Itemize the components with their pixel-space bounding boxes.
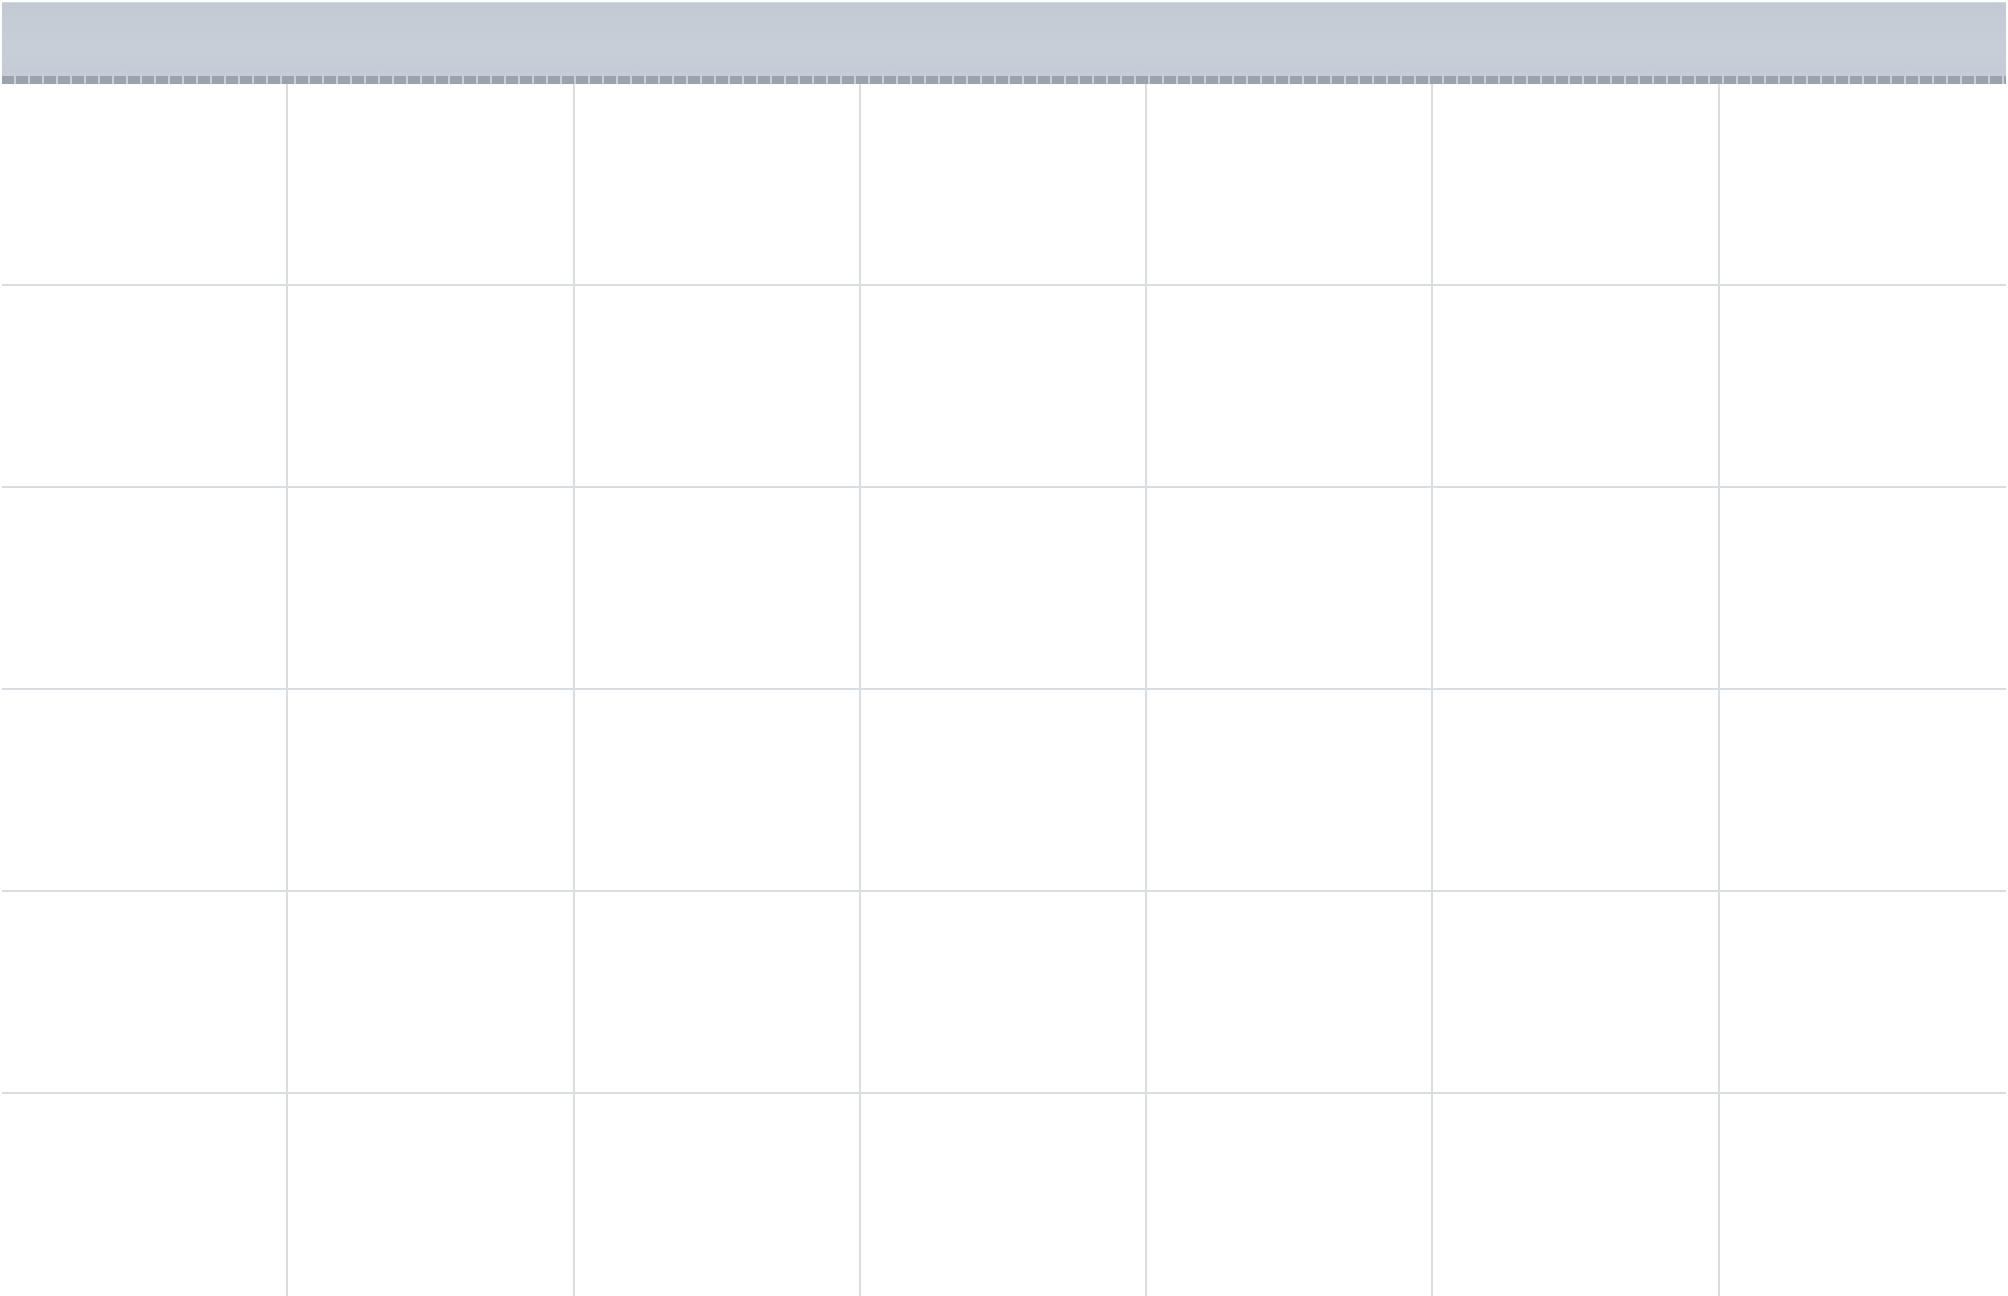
calendar-day-cell[interactable] (1719, 488, 2006, 690)
calendar-header-ruler (2, 76, 2006, 84)
calendar-day-cell[interactable] (288, 1094, 575, 1296)
calendar-day-cell[interactable] (860, 1094, 1148, 1296)
calendar-day-cell[interactable] (2, 84, 289, 286)
calendar-day-cell[interactable] (2, 488, 289, 690)
calendar-day-cell[interactable] (1147, 1094, 1434, 1296)
calendar-day-cell[interactable] (574, 488, 861, 690)
calendar-day-cell[interactable] (860, 286, 1148, 488)
calendar-day-cell[interactable] (1719, 690, 2006, 892)
calendar-day-cell[interactable] (574, 1094, 861, 1296)
calendar-day-cell[interactable] (860, 488, 1148, 690)
calendar-day-cell[interactable] (1147, 488, 1434, 690)
calendar-day-cell[interactable] (860, 892, 1148, 1094)
calendar-day-cell[interactable] (288, 84, 575, 286)
calendar-day-cell[interactable] (2, 1094, 289, 1296)
calendar-day-cell[interactable] (1147, 84, 1434, 286)
calendar-day-cell[interactable] (860, 84, 1148, 286)
calendar-day-cell[interactable] (574, 84, 861, 286)
calendar-day-cell[interactable] (860, 690, 1148, 892)
calendar-day-cell[interactable] (1719, 84, 2006, 286)
calendar-day-cell[interactable] (574, 286, 861, 488)
calendar-day-cell[interactable] (288, 892, 575, 1094)
calendar-day-cell[interactable] (1147, 690, 1434, 892)
calendar-day-cell[interactable] (288, 286, 575, 488)
calendar-day-cell[interactable] (1719, 286, 2006, 488)
calendar-day-cell[interactable] (288, 690, 575, 892)
calendar-day-cell[interactable] (1433, 690, 1720, 892)
calendar-day-cell[interactable] (1433, 892, 1720, 1094)
calendar-day-cell[interactable] (2, 286, 289, 488)
calendar-day-cell[interactable] (574, 892, 861, 1094)
calendar-day-cell[interactable] (1433, 488, 1720, 690)
calendar-day-cell[interactable] (1147, 286, 1434, 488)
calendar-day-cell[interactable] (1433, 84, 1720, 286)
calendar-day-cell[interactable] (2, 892, 289, 1094)
calendar-day-cell[interactable] (1147, 892, 1434, 1094)
calendar-day-cell[interactable] (1719, 1094, 2006, 1296)
calendar-grid (2, 84, 2006, 1296)
calendar-day-cell[interactable] (288, 488, 575, 690)
calendar-month-view (0, 0, 2008, 1296)
calendar-day-cell[interactable] (1433, 1094, 1720, 1296)
calendar-day-cell[interactable] (1719, 892, 2006, 1094)
calendar-day-cell[interactable] (574, 690, 861, 892)
calendar-day-cell[interactable] (1433, 286, 1720, 488)
calendar-header-bar (2, 2, 2006, 76)
calendar-day-cell[interactable] (2, 690, 289, 892)
calendar-header-title (2, 2, 2006, 76)
